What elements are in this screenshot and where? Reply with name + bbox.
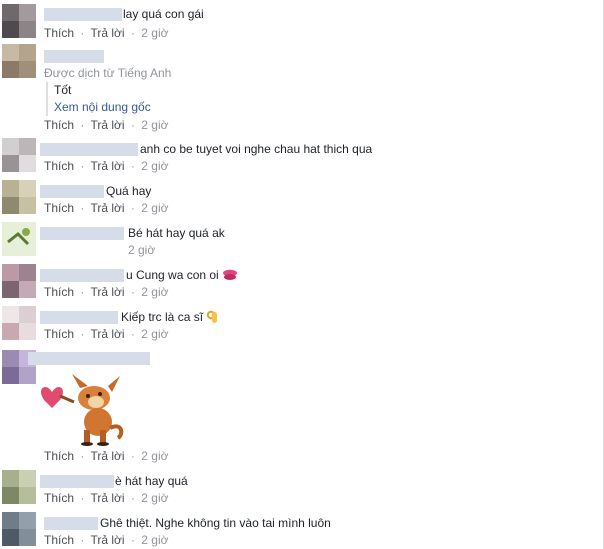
comment-text: è hát hay quá [115, 474, 188, 488]
reply-link[interactable]: Trả lời [90, 159, 124, 173]
comment-actions: Thích · Trả lời · 2 giờ [44, 533, 169, 547]
timestamp[interactable]: 2 giờ [141, 533, 168, 547]
comment-text: Ghê thiệt. Nghe không tin vào tai mình l… [100, 516, 331, 530]
comment-actions: Thích · Trả lời · 2 giờ [44, 449, 169, 463]
avatar[interactable] [2, 138, 36, 172]
commenter-name[interactable] [40, 143, 138, 156]
avatar[interactable] [2, 4, 36, 38]
translated-text: Tốt [54, 83, 72, 97]
timestamp[interactable]: 2 giờ [141, 118, 168, 132]
ok-hand-icon [207, 310, 218, 323]
timestamp[interactable]: 2 giờ [141, 285, 168, 299]
avatar[interactable] [2, 306, 36, 340]
like-link[interactable]: Thích [44, 201, 74, 215]
timestamp[interactable]: 2 giờ [128, 243, 155, 257]
like-link[interactable]: Thích [44, 118, 74, 132]
like-link[interactable]: Thích [44, 491, 74, 505]
comment-actions: Thích · Trả lời · 2 giờ [44, 201, 169, 215]
avatar[interactable] [2, 470, 36, 504]
commenter-name[interactable] [40, 269, 124, 282]
timestamp[interactable]: 2 giờ [141, 159, 168, 173]
commenter-name[interactable] [28, 352, 150, 365]
comment-actions: Thích · Trả lời · 2 giờ [44, 26, 169, 40]
comment-actions: 2 giờ [44, 243, 155, 257]
like-link[interactable]: Thích [44, 285, 74, 299]
avatar[interactable] [2, 44, 36, 78]
translated-label: Được dịch từ Tiếng Anh [44, 66, 172, 80]
comment-actions: Thích · Trả lời · 2 giờ [44, 285, 169, 299]
comment-text: anh co be tuyet voi nghe chau hat thich … [140, 142, 373, 156]
commenter-name[interactable] [40, 311, 118, 324]
comment-text: Quá hay [106, 184, 152, 198]
translation-box: Tốt Xem nội dung gốc [46, 82, 151, 116]
like-link[interactable]: Thích [44, 327, 74, 341]
like-link[interactable]: Thích [44, 159, 74, 173]
comment-text-content: Kiếp trc là ca sĩ [121, 310, 204, 324]
avatar[interactable] [2, 512, 36, 546]
comment-text: Bé hát hay quá ak [128, 226, 225, 240]
reply-link[interactable]: Trả lời [90, 533, 124, 547]
reply-link[interactable]: Trả lời [90, 201, 124, 215]
avatar[interactable] [2, 180, 36, 214]
comment-actions: Thích · Trả lời · 2 giờ [44, 118, 169, 132]
commenter-name[interactable] [44, 8, 122, 21]
comment-actions: Thích · Trả lời · 2 giờ [44, 491, 169, 505]
avatar-image [2, 222, 36, 256]
reply-link[interactable]: Trả lời [90, 118, 124, 132]
dog-heart-sticker [41, 374, 124, 446]
reply-link[interactable]: Trả lời [90, 449, 124, 463]
timestamp[interactable]: 2 giờ [141, 491, 168, 505]
avatar[interactable] [2, 264, 36, 298]
kiss-icon [223, 269, 238, 280]
reply-link[interactable]: Trả lời [90, 327, 124, 341]
comment-actions: Thích · Trả lời · 2 giờ [44, 327, 169, 341]
reply-link[interactable]: Trả lời [90, 491, 124, 505]
reply-link[interactable]: Trả lời [90, 26, 124, 40]
avatar[interactable] [2, 222, 36, 256]
like-link[interactable]: Thích [44, 26, 74, 40]
timestamp[interactable]: 2 giờ [141, 201, 168, 215]
commenter-name[interactable] [40, 475, 114, 488]
comment-actions: Thích · Trả lời · 2 giờ [44, 159, 169, 173]
commenter-name[interactable] [44, 517, 98, 530]
see-original-link[interactable]: Xem nội dung gốc [54, 99, 151, 116]
timestamp[interactable]: 2 giờ [141, 26, 168, 40]
reply-link[interactable]: Trả lời [90, 285, 124, 299]
comment-text: lay quá con gái [123, 7, 204, 21]
commenter-name[interactable] [44, 50, 104, 63]
comment-text-content: u Cung wa con oi [126, 268, 219, 282]
comment-text: u Cung wa con oi [126, 268, 238, 282]
comment-text: Kiếp trc là ca sĩ [121, 310, 218, 324]
timestamp[interactable]: 2 giờ [141, 327, 168, 341]
commenter-name[interactable] [40, 185, 104, 198]
commenter-name[interactable] [40, 227, 124, 240]
like-link[interactable]: Thích [44, 533, 74, 547]
timestamp[interactable]: 2 giờ [141, 449, 168, 463]
like-link[interactable]: Thích [44, 449, 74, 463]
